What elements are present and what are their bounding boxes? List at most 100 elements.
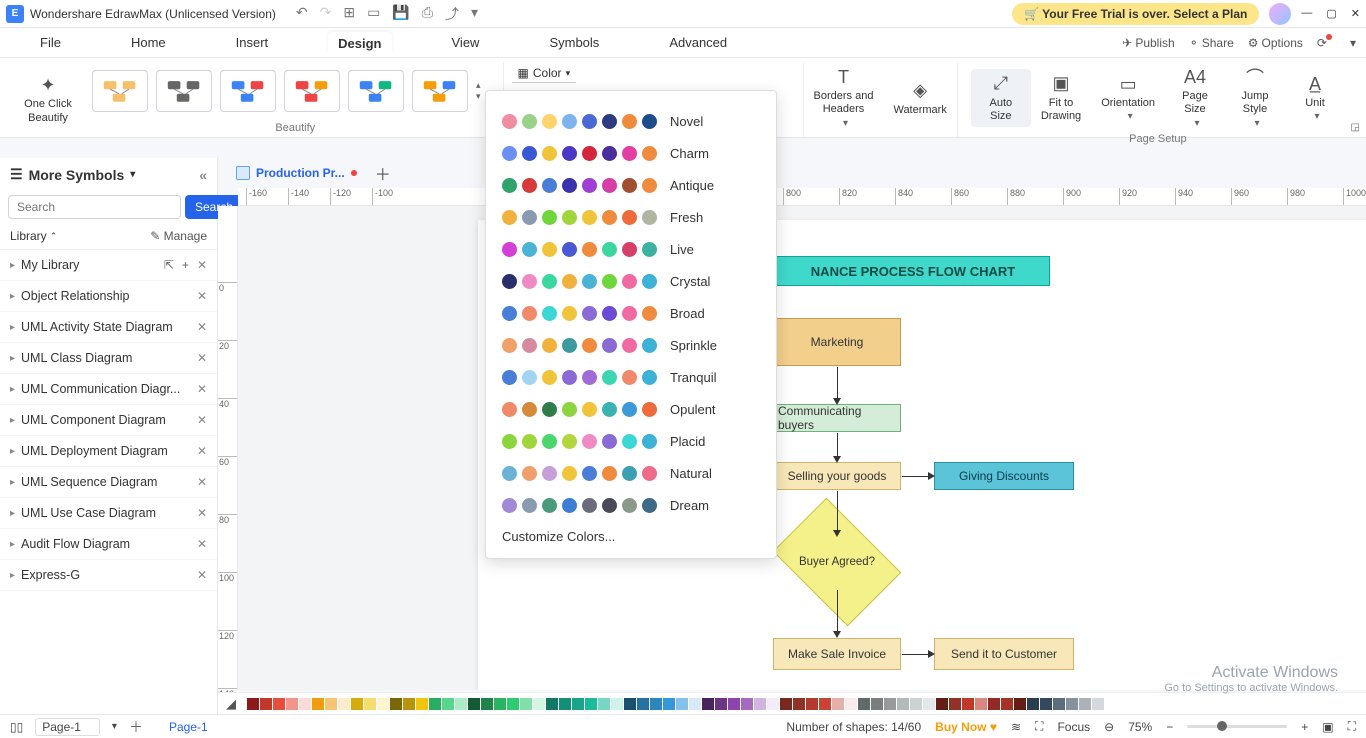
collapse-ribbon[interactable]: ▾ [1350, 36, 1356, 50]
swatch[interactable] [286, 698, 298, 710]
color-swatch[interactable] [542, 402, 557, 417]
minimize-button[interactable]: — [1301, 7, 1312, 20]
color-swatch[interactable] [522, 242, 537, 257]
color-swatch[interactable] [582, 274, 597, 289]
color-swatch[interactable] [522, 178, 537, 193]
presentation-icon[interactable]: ⛶ [1035, 719, 1043, 734]
qat-dropdown[interactable]: ▾ [471, 4, 478, 24]
color-swatch[interactable] [522, 498, 537, 513]
buy-now-button[interactable]: Buy Now ♥ [935, 720, 997, 734]
category-item[interactable]: ▸UML Communication Diagr...✕ [0, 374, 217, 405]
beautify-preset-3[interactable] [284, 70, 340, 112]
color-swatch[interactable] [582, 114, 597, 129]
menu-design[interactable]: Design [328, 32, 391, 55]
color-swatch[interactable] [522, 274, 537, 289]
color-swatch[interactable] [542, 114, 557, 129]
swatch[interactable] [403, 698, 415, 710]
category-item[interactable]: ▸UML Component Diagram✕ [0, 405, 217, 436]
color-swatch[interactable] [622, 178, 637, 193]
color-swatch[interactable] [562, 402, 577, 417]
swatch[interactable] [351, 698, 363, 710]
swatch[interactable] [1040, 698, 1052, 710]
menu-file[interactable]: File [30, 31, 71, 54]
color-swatch[interactable] [642, 466, 657, 481]
color-swatch[interactable] [642, 242, 657, 257]
color-swatch[interactable] [542, 274, 557, 289]
swatch[interactable] [715, 698, 727, 710]
color-swatch[interactable] [542, 146, 557, 161]
color-swatch[interactable] [642, 338, 657, 353]
color-swatch[interactable] [622, 466, 637, 481]
color-swatch[interactable] [562, 146, 577, 161]
color-swatch[interactable] [582, 210, 597, 225]
notifications-button[interactable]: ⟳ [1317, 36, 1336, 50]
zoom-out-btn[interactable]: ⊖ [1104, 720, 1114, 734]
color-swatch[interactable] [522, 466, 537, 481]
zoom-minus[interactable]: − [1166, 720, 1173, 734]
color-swatch[interactable] [522, 146, 537, 161]
swatch[interactable] [897, 698, 909, 710]
color-swatch[interactable] [562, 210, 577, 225]
swatch[interactable] [442, 698, 454, 710]
color-swatch[interactable] [562, 274, 577, 289]
color-theme-row[interactable]: Fresh [502, 201, 760, 233]
fit-drawing-button[interactable]: ▣ Fit to Drawing [1031, 69, 1091, 127]
color-swatch[interactable] [642, 146, 657, 161]
swatch[interactable] [910, 698, 922, 710]
color-swatch[interactable] [622, 114, 637, 129]
swatch[interactable] [741, 698, 753, 710]
color-theme-row[interactable]: Live [502, 233, 760, 265]
close-icon[interactable]: ✕ [197, 320, 207, 334]
print-button[interactable]: ⎙ [422, 4, 433, 24]
color-swatch[interactable] [602, 498, 617, 513]
swatch[interactable] [975, 698, 987, 710]
color-swatch[interactable] [602, 210, 617, 225]
unit-button[interactable]: A̲ Unit▾ [1285, 69, 1345, 126]
add-icon[interactable]: + [182, 258, 189, 272]
fit-page-icon[interactable]: ▣ [1322, 720, 1333, 734]
menu-insert[interactable]: Insert [226, 31, 279, 54]
color-swatch[interactable] [622, 338, 637, 353]
beautify-preset-4[interactable] [348, 70, 404, 112]
category-item[interactable]: ▸Audit Flow Diagram✕ [0, 529, 217, 560]
color-swatch[interactable] [602, 114, 617, 129]
color-swatch[interactable] [562, 114, 577, 129]
color-swatch[interactable] [522, 210, 537, 225]
color-swatch[interactable] [562, 306, 577, 321]
swatch[interactable] [390, 698, 402, 710]
color-swatch[interactable] [622, 402, 637, 417]
swatch[interactable] [845, 698, 857, 710]
swatch[interactable] [572, 698, 584, 710]
node-discounts[interactable]: Giving Discounts [934, 462, 1074, 490]
color-swatch[interactable] [502, 466, 517, 481]
color-swatch[interactable] [602, 146, 617, 161]
color-swatch[interactable] [642, 370, 657, 385]
swatch[interactable] [1092, 698, 1104, 710]
swatch[interactable] [338, 698, 350, 710]
page-size-button[interactable]: A4 Page Size▾ [1165, 62, 1225, 133]
color-swatch[interactable] [582, 306, 597, 321]
page-setup-launcher[interactable]: ◲ [1351, 122, 1360, 133]
swatch[interactable] [637, 698, 649, 710]
color-swatch[interactable] [522, 114, 537, 129]
color-swatch[interactable] [522, 434, 537, 449]
trial-banner-button[interactable]: 🛒 Your Free Trial is over. Select a Plan [1012, 3, 1259, 25]
color-theme-row[interactable]: Sprinkle [502, 329, 760, 361]
node-selling[interactable]: Selling your goods [773, 462, 901, 490]
color-swatch[interactable] [582, 466, 597, 481]
color-swatch[interactable] [602, 338, 617, 353]
category-item[interactable]: ▸Express-G✕ [0, 560, 217, 591]
color-swatch[interactable] [642, 178, 657, 193]
swatch[interactable] [728, 698, 740, 710]
color-swatch[interactable] [602, 434, 617, 449]
swatch[interactable] [832, 698, 844, 710]
category-item[interactable]: ▸UML Sequence Diagram✕ [0, 467, 217, 498]
add-tab-button[interactable]: ＋ [375, 161, 391, 185]
color-swatch[interactable] [502, 178, 517, 193]
manage-button[interactable]: ✎ Manage [150, 229, 207, 243]
close-icon[interactable]: ✕ [197, 506, 207, 520]
swatch[interactable] [949, 698, 961, 710]
swatch[interactable] [663, 698, 675, 710]
watermark-button[interactable]: ◈ Watermark [883, 76, 956, 120]
swatch[interactable] [325, 698, 337, 710]
